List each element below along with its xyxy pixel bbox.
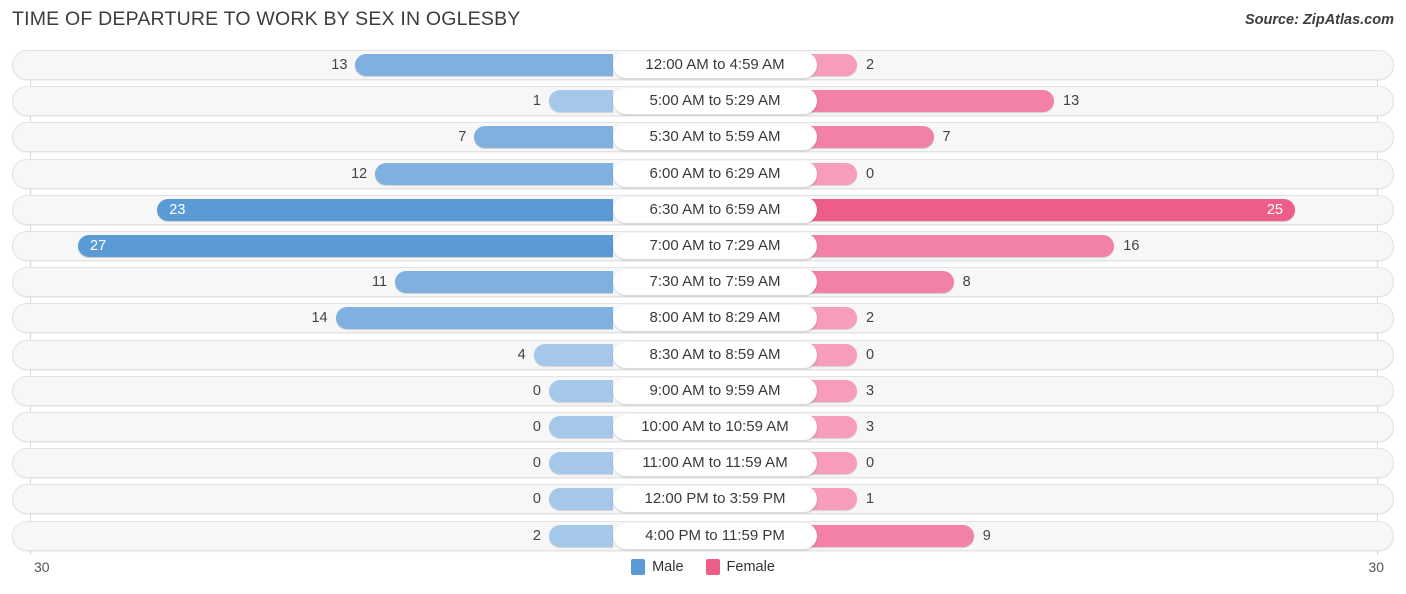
chart-row: 0 3 9:00 AM to 9:59 AM	[12, 375, 1394, 406]
category-label: 9:00 AM to 9:59 AM	[613, 377, 817, 404]
source-attribution: Source: ZipAtlas.com	[1244, 12, 1394, 28]
value-label-female: 3	[866, 382, 875, 399]
chart-header: TIME OF DEPARTURE TO WORK BY SEX IN OGLE…	[0, 0, 1406, 44]
category-label: 8:30 AM to 8:59 AM	[613, 341, 817, 368]
chart-row: 12 0 6:00 AM to 6:29 AM	[12, 158, 1394, 189]
value-label-male: 0	[532, 455, 541, 472]
value-label-male: 12	[351, 165, 368, 182]
value-label-female: 1	[866, 491, 875, 508]
legend-item-male[interactable]: Male	[631, 559, 684, 575]
bar-male[interactable]	[375, 162, 613, 185]
chart-row: 27 16 7:00 AM to 7:29 AM	[12, 231, 1394, 261]
legend-item-female[interactable]: Female	[705, 559, 775, 575]
chart-row: 7 7 5:30 AM to 5:59 AM	[12, 122, 1394, 153]
value-label-female: 7	[942, 129, 951, 146]
value-label-male: 27	[90, 238, 107, 254]
category-label: 6:00 AM to 6:29 AM	[613, 160, 817, 187]
bar-male[interactable]	[474, 126, 613, 149]
value-label-male: 11	[371, 274, 388, 291]
value-label-female: 25	[1266, 201, 1283, 218]
legend-swatch-icon	[631, 559, 646, 575]
category-label: 5:00 AM to 5:29 AM	[613, 88, 817, 115]
category-label: 4:00 PM to 11:59 PM	[613, 522, 817, 549]
value-label-female: 8	[962, 274, 971, 291]
chart-row: 0 1 12:00 PM to 3:59 PM	[12, 484, 1394, 515]
category-label: 12:00 AM to 4:59 AM	[613, 52, 817, 78]
value-label-female: 0	[866, 455, 875, 472]
chart-row: 0 3 10:00 AM to 10:59 AM	[12, 412, 1394, 442]
bar-male[interactable]	[549, 90, 613, 113]
chart-plot-area: 13 2 12:00 AM to 4:59 AM 1 13 5:00 AM to 5:29…	[0, 50, 1406, 555]
chart-row: 4 0 8:30 AM to 8:59 AM	[12, 339, 1394, 370]
value-label-male: 23	[169, 201, 186, 218]
bar-male[interactable]	[549, 488, 613, 511]
bar-male[interactable]	[549, 452, 613, 475]
category-label: 12:00 PM to 3:59 PM	[613, 486, 817, 513]
category-label: 7:30 AM to 7:59 AM	[613, 269, 817, 296]
chart-row: 14 2 8:00 AM to 8:29 AM	[12, 303, 1394, 334]
chart-row: 1 13 5:00 AM to 5:29 AM	[12, 86, 1394, 117]
bar-female[interactable]	[793, 271, 954, 294]
bar-male[interactable]	[335, 307, 613, 330]
bar-male[interactable]	[549, 379, 613, 402]
value-label-male: 0	[532, 491, 541, 508]
value-label-female: 13	[1063, 93, 1080, 110]
value-label-female: 0	[866, 346, 875, 363]
chart-row: 2 9 4:00 PM to 11:59 PM	[12, 520, 1394, 551]
bar-male[interactable]	[355, 54, 613, 76]
bar-female[interactable]	[793, 235, 1115, 257]
chart-legend: Male Female	[0, 559, 1406, 575]
value-label-male: 1	[532, 93, 541, 110]
value-label-male: 13	[331, 57, 348, 73]
value-label-female: 3	[866, 419, 875, 435]
legend-label: Male	[652, 559, 684, 575]
value-label-male: 4	[517, 346, 526, 363]
value-label-female: 0	[866, 165, 875, 182]
legend-label: Female	[726, 559, 775, 575]
bar-female[interactable]	[793, 90, 1055, 113]
value-label-female: 2	[866, 310, 875, 327]
bar-male[interactable]	[395, 271, 613, 294]
bar-male[interactable]	[549, 416, 613, 438]
value-label-male: 14	[311, 310, 328, 327]
bar-female[interactable]	[793, 198, 1295, 221]
bar-male[interactable]	[78, 235, 613, 257]
chart-row: 23 25 6:30 AM to 6:59 AM	[12, 194, 1394, 225]
legend-swatch-icon	[705, 559, 720, 575]
value-label-female: 9	[982, 527, 991, 544]
chart-footer: 30 30 Male Female	[0, 555, 1406, 594]
chart-row: 13 2 12:00 AM to 4:59 AM	[12, 50, 1394, 80]
value-label-male: 0	[532, 419, 541, 435]
category-label: 7:00 AM to 7:29 AM	[613, 233, 817, 259]
category-label: 11:00 AM to 11:59 AM	[613, 450, 817, 477]
bar-male[interactable]	[157, 198, 613, 221]
value-label-male: 7	[458, 129, 467, 146]
category-label: 5:30 AM to 5:59 AM	[613, 124, 817, 151]
page-title: TIME OF DEPARTURE TO WORK BY SEX IN OGLE…	[12, 8, 521, 30]
value-label-male: 2	[532, 527, 541, 544]
category-label: 6:30 AM to 6:59 AM	[613, 196, 817, 223]
bar-female[interactable]	[793, 524, 974, 547]
value-label-male: 0	[532, 382, 541, 399]
category-label: 10:00 AM to 10:59 AM	[613, 414, 817, 440]
value-label-female: 2	[866, 57, 875, 73]
bar-male[interactable]	[533, 343, 613, 366]
chart-row: 0 0 11:00 AM to 11:59 AM	[12, 448, 1394, 479]
bar-male[interactable]	[549, 524, 613, 547]
chart-row: 11 8 7:30 AM to 7:59 AM	[12, 267, 1394, 298]
value-label-female: 16	[1123, 238, 1140, 254]
category-label: 8:00 AM to 8:29 AM	[613, 305, 817, 332]
